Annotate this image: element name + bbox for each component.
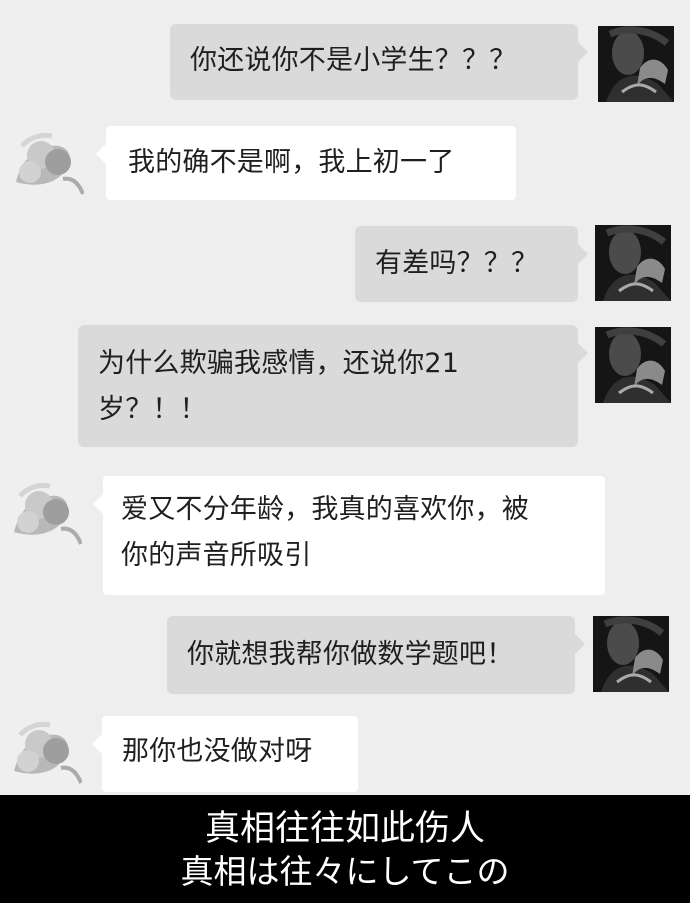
message-text: 你就想我帮你做数学题吧！ bbox=[187, 639, 514, 670]
bubble-tail bbox=[92, 734, 102, 754]
message-text: 你还说你不是小学生？？？ bbox=[190, 45, 517, 76]
chat-history[interactable]: 你还说你不是小学生？？？ 我的确不是啊，我上初一了 有差吗？？？ 为什么欺骗我感… bbox=[0, 0, 690, 795]
message-text-line-1: 为什么欺骗我感情，还说你21 bbox=[98, 348, 460, 379]
message-bubble[interactable]: 你就想我帮你做数学题吧！ bbox=[167, 616, 585, 694]
message-bubble[interactable]: 那你也没做对呀 bbox=[92, 716, 358, 792]
dark-profile-avatar-icon bbox=[595, 327, 671, 403]
message-text-line-2: 你的声音所吸引 bbox=[121, 540, 312, 571]
subtitle-japanese: 真相は往々にしてこの bbox=[180, 852, 510, 891]
dark-profile-avatar-icon bbox=[598, 26, 674, 102]
message-text: 那你也没做对呀 bbox=[122, 736, 313, 767]
dark-profile-avatar-icon bbox=[595, 225, 671, 301]
dark-profile-avatar-icon bbox=[593, 616, 669, 692]
avatar[interactable] bbox=[8, 713, 82, 787]
subtitle-chinese: 真相往往如此伤人 bbox=[204, 809, 485, 849]
video-subtitle: 真相往往如此伤人 真相は往々にしてこの bbox=[0, 795, 690, 903]
avatar[interactable] bbox=[10, 124, 84, 198]
avatar[interactable] bbox=[8, 474, 82, 548]
flower-avatar-icon bbox=[8, 474, 82, 548]
message-bubble[interactable]: 我的确不是啊，我上初一了 bbox=[96, 126, 516, 200]
flower-avatar-icon bbox=[10, 124, 84, 198]
chat-screen: 你还说你不是小学生？？？ 我的确不是啊，我上初一了 有差吗？？？ 为什么欺骗我感… bbox=[0, 0, 690, 903]
avatar[interactable] bbox=[593, 616, 669, 692]
bubble-tail bbox=[578, 343, 588, 363]
avatar[interactable] bbox=[595, 327, 671, 403]
message-text: 我的确不是啊，我上初一了 bbox=[128, 147, 455, 178]
avatar[interactable] bbox=[598, 26, 674, 102]
message-bubble[interactable]: 为什么欺骗我感情，还说你21 岁？！！ bbox=[78, 325, 588, 447]
bubble-tail bbox=[578, 244, 588, 264]
bubble-tail bbox=[93, 494, 103, 514]
message-bubble[interactable]: 爱又不分年龄，我真的喜欢你，被 你的声音所吸引 bbox=[93, 476, 605, 595]
avatar[interactable] bbox=[595, 225, 671, 301]
message-text-line-2: 岁？！！ bbox=[98, 394, 207, 425]
flower-avatar-icon bbox=[8, 713, 82, 787]
message-bubble[interactable]: 你还说你不是小学生？？？ bbox=[170, 24, 588, 100]
message-text: 有差吗？？？ bbox=[375, 248, 539, 279]
bubble-tail bbox=[578, 42, 588, 62]
message-text-line-1: 爱又不分年龄，我真的喜欢你，被 bbox=[121, 494, 529, 525]
bubble-tail bbox=[96, 144, 106, 164]
message-bubble[interactable]: 有差吗？？？ bbox=[355, 226, 588, 302]
bubble-tail bbox=[575, 634, 585, 654]
